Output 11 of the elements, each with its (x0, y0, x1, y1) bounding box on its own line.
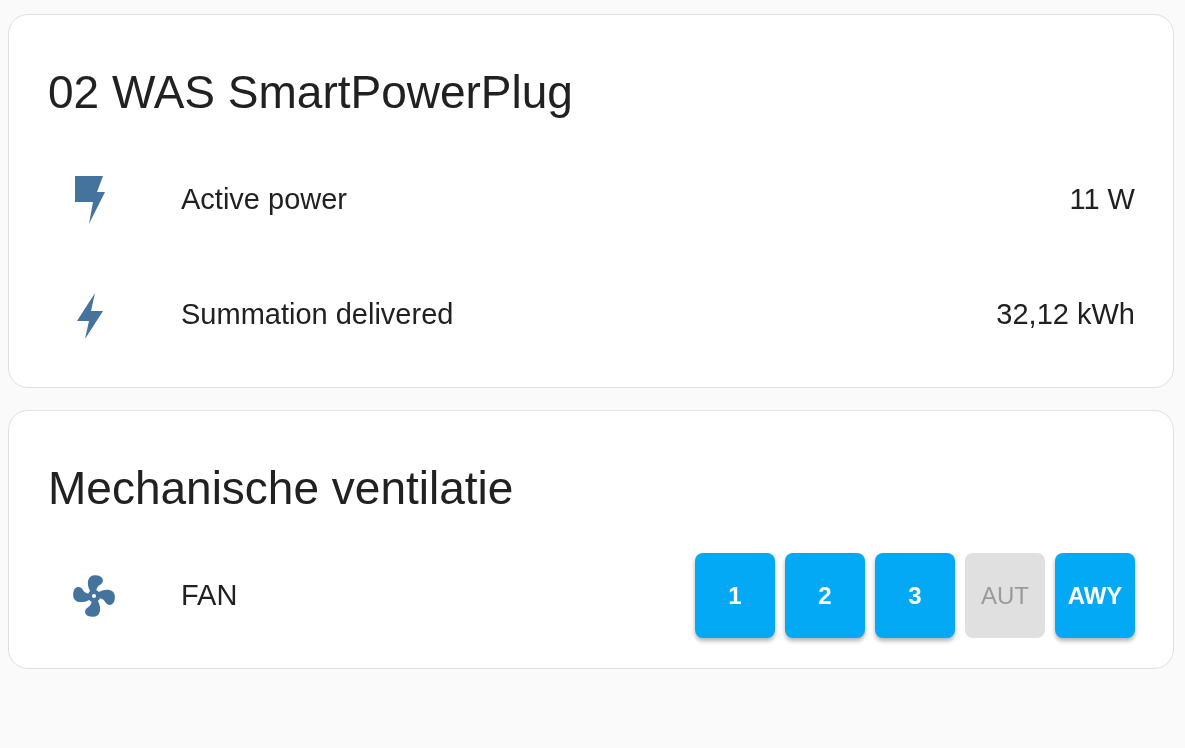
card-title: 02 WAS SmartPowerPlug (48, 65, 574, 119)
speed-button[interactable]: AWY (1055, 553, 1135, 638)
entity-name: Active power (181, 183, 348, 216)
speed-button[interactable]: 2 (785, 553, 865, 638)
entity-value: 11 W (1069, 183, 1135, 216)
entity-value: 32,12 kWh (996, 298, 1135, 331)
speed-button[interactable]: 3 (875, 553, 955, 638)
entity-name: Summation delivered (181, 298, 455, 331)
card-title: Mechanische ventilatie (48, 461, 515, 515)
speed-button[interactable]: 1 (695, 553, 775, 638)
entity-name: FAN (181, 579, 239, 612)
